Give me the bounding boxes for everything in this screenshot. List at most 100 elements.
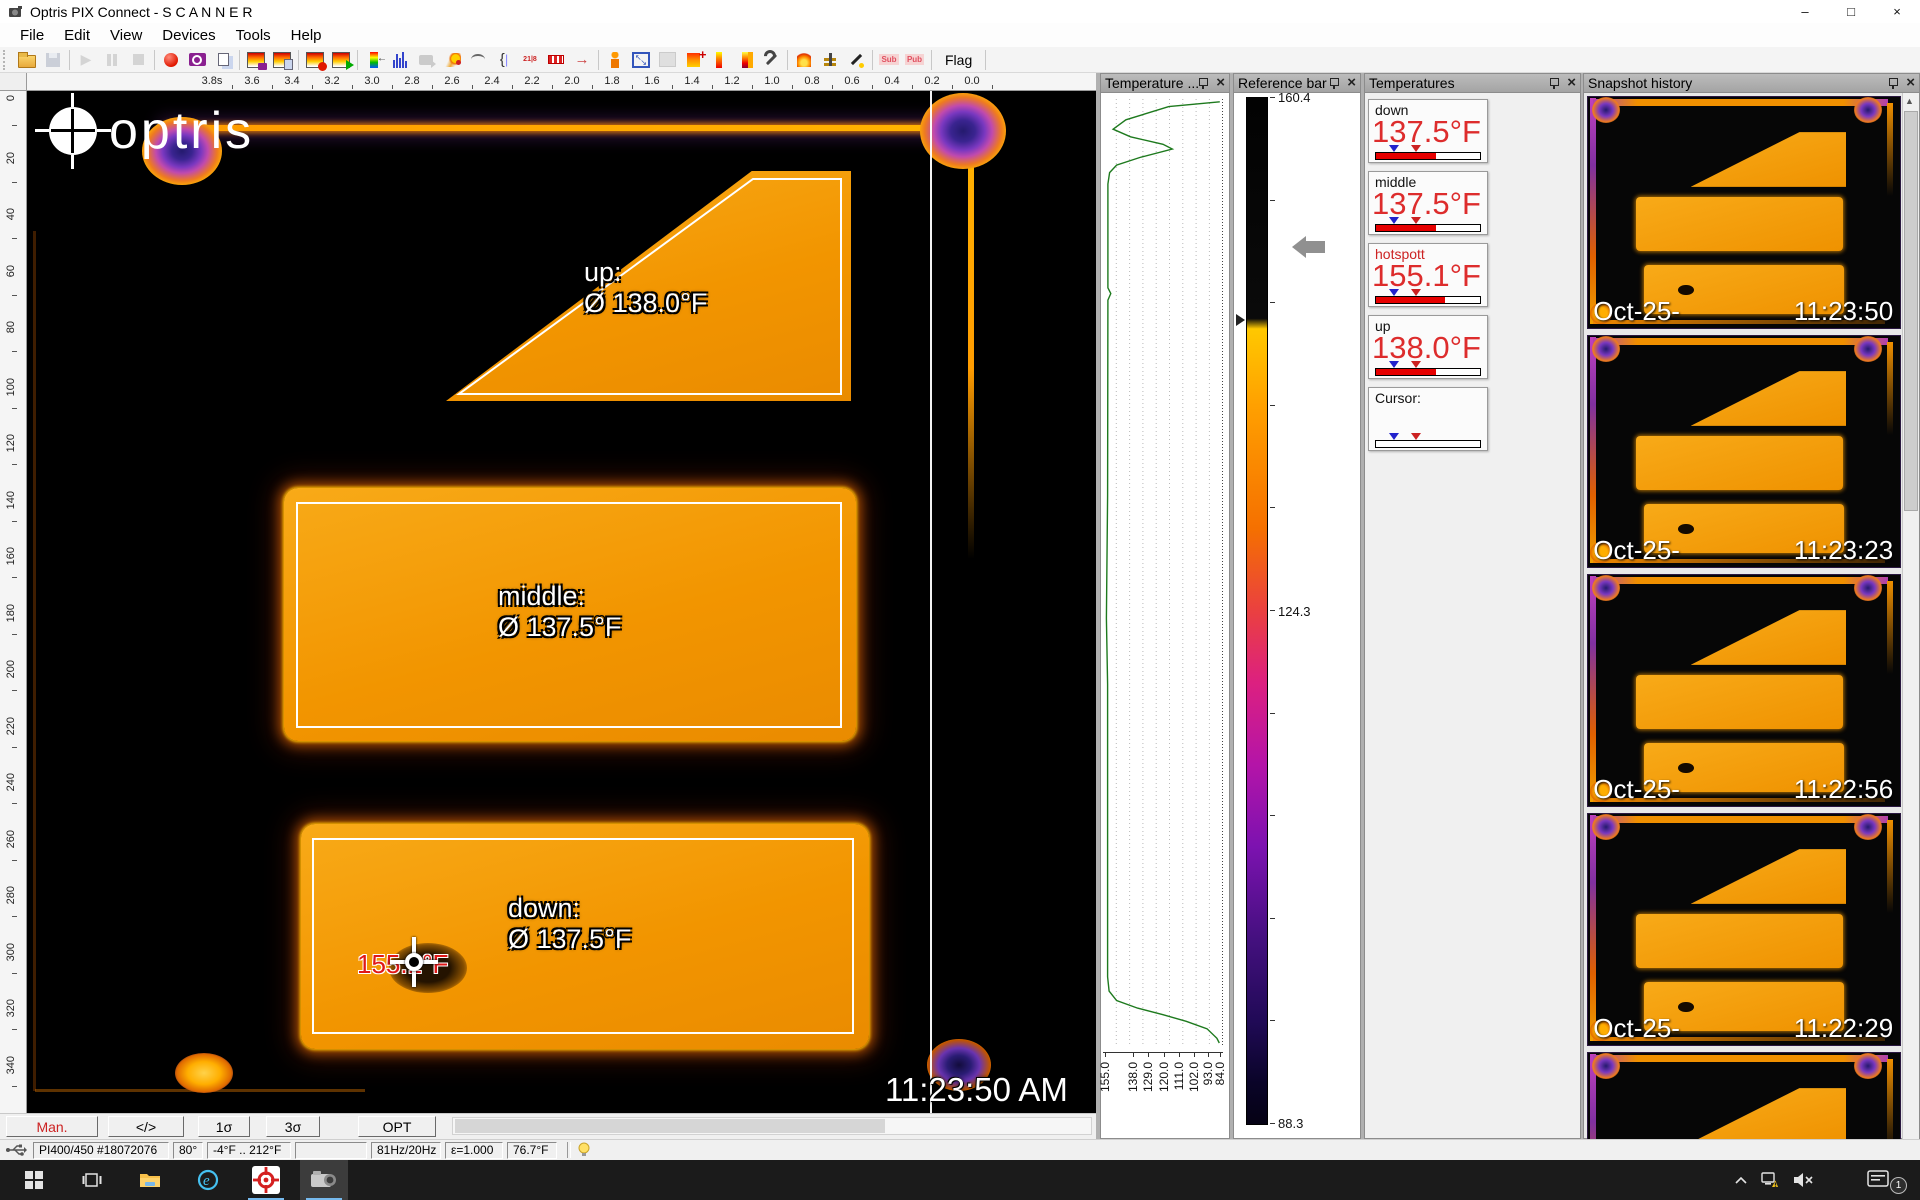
pause-button[interactable] [99, 48, 125, 72]
marker-blue-icon [1389, 145, 1399, 152]
record-button[interactable] [158, 48, 184, 72]
hruler-label: 3.6 [244, 75, 259, 87]
fullscreen-button[interactable] [628, 48, 654, 72]
lightbulb-icon[interactable] [577, 1142, 591, 1158]
view-button-man[interactable]: Man. [6, 1116, 98, 1137]
palette-cursor-marker[interactable] [1236, 314, 1245, 326]
snapshot-thumbnail[interactable] [1587, 1052, 1901, 1139]
config-wrench-button[interactable] [843, 48, 869, 72]
thermal-play-button[interactable] [328, 48, 354, 72]
palette-bar-button[interactable] [706, 48, 732, 72]
vertical-cursor-line[interactable] [930, 91, 932, 1113]
view-button-[interactable]: </> [108, 1116, 184, 1137]
pub-button[interactable] [902, 48, 928, 72]
snapshot-thumbnail[interactable]: Oct-25-11:22:56 [1587, 574, 1901, 807]
hruler-label: 1.4 [684, 75, 699, 87]
histogram-button[interactable] [387, 48, 413, 72]
file-explorer-button[interactable] [126, 1160, 174, 1200]
thermal-copy-button[interactable] [269, 48, 295, 72]
save-button[interactable] [40, 48, 66, 72]
task-view-icon [82, 1171, 102, 1189]
menu-item-devices[interactable]: Devices [152, 24, 225, 47]
hruler-label: 3.0 [364, 75, 379, 87]
scrollbar-thumb[interactable] [455, 1119, 885, 1133]
video-settings-button[interactable] [413, 48, 439, 72]
thermal-record-button[interactable] [302, 48, 328, 72]
menu-item-help[interactable]: Help [281, 24, 332, 47]
palette-bar2-button[interactable] [732, 48, 758, 72]
pin-icon[interactable] [1198, 77, 1208, 89]
reference-scale-tick [1270, 507, 1275, 508]
copy-button[interactable] [210, 48, 236, 72]
layout-button[interactable] [654, 48, 680, 72]
thermal-image-canvas[interactable]: up: Ø 138.0°F middle: Ø 137.5°F down: Ø … [27, 91, 1096, 1113]
locate-cross-button[interactable] [817, 48, 843, 72]
action-center-button[interactable]: 1 [1856, 1160, 1900, 1200]
tray-show-hidden-icons[interactable] [1728, 1160, 1754, 1200]
thermal-snapshot-button[interactable] [243, 48, 269, 72]
color-correction-button[interactable] [439, 48, 465, 72]
view-button-3[interactable]: 3σ [266, 1116, 320, 1137]
brace-button[interactable] [491, 48, 517, 72]
pin-icon[interactable] [1549, 77, 1559, 89]
optris-app-button[interactable] [242, 1160, 290, 1200]
flame-button[interactable] [791, 48, 817, 72]
profile-chart-button[interactable] [465, 48, 491, 72]
minimize-button[interactable]: – [1782, 0, 1828, 23]
status-separator [567, 1142, 571, 1158]
scrollbar-thumb[interactable] [1904, 111, 1918, 511]
sub-button[interactable] [876, 48, 902, 72]
pin-icon[interactable] [1329, 77, 1339, 89]
snapshot-thumbnail[interactable]: Oct-25-11:23:23 [1587, 335, 1901, 568]
marker-blue-icon [1389, 217, 1399, 224]
snapshot-camera-button[interactable] [184, 48, 210, 72]
scroll-up-icon[interactable]: ▲ [1905, 96, 1914, 106]
internet-explorer-button[interactable]: e [184, 1160, 232, 1200]
menu-item-tools[interactable]: Tools [226, 24, 281, 47]
tray-volume-muted-icon[interactable] [1788, 1160, 1818, 1200]
palette-plus-button[interactable] [680, 48, 706, 72]
stop-button[interactable] [125, 48, 151, 72]
start-button[interactable] [10, 1160, 58, 1200]
pix-connect-camera-button[interactable] [300, 1160, 348, 1200]
tools-wrench-button[interactable] [758, 48, 784, 72]
image-horizontal-scrollbar[interactable] [452, 1117, 1092, 1135]
vruler-label: 40 [5, 208, 17, 220]
palette-select-button[interactable] [361, 48, 387, 72]
maximize-button[interactable]: □ [1828, 0, 1874, 23]
toolbar-grip[interactable] [3, 50, 11, 70]
thumb-dark-spot [1678, 524, 1694, 534]
menu-item-file[interactable]: File [10, 24, 54, 47]
thumb-top-edge [1593, 577, 1888, 584]
view-button-1[interactable]: 1σ [198, 1116, 250, 1137]
menu-item-view[interactable]: View [100, 24, 152, 47]
close-icon[interactable]: × [1216, 76, 1225, 90]
save-icon [46, 53, 60, 67]
measure-areas-button[interactable] [543, 48, 569, 72]
snapshot-scrollbar[interactable]: ▲ [1902, 93, 1919, 1139]
marker-red-icon [1411, 361, 1421, 368]
menu-item-edit[interactable]: Edit [54, 24, 100, 47]
temp-arrow-button[interactable] [569, 48, 595, 72]
play-button[interactable] [73, 48, 99, 72]
close-icon[interactable]: × [1567, 76, 1576, 90]
tray-network-icon[interactable] [1756, 1160, 1786, 1200]
open-file-button[interactable] [14, 48, 40, 72]
pin-icon[interactable] [1888, 77, 1898, 89]
temperature-card-down: down137.5°F [1368, 99, 1488, 163]
close-icon[interactable]: × [1347, 76, 1356, 90]
hruler-label: 2.2 [524, 75, 539, 87]
flag-button[interactable]: Flag [935, 48, 982, 72]
close-icon[interactable]: × [1906, 76, 1915, 90]
thumb-corner-top-right [1854, 336, 1882, 362]
view-button-opt[interactable]: OPT [358, 1116, 436, 1137]
snapshot-thumbnail[interactable]: Oct-25-11:23:50 [1587, 96, 1901, 329]
alarm-figure-button[interactable] [602, 48, 628, 72]
close-button[interactable]: × [1874, 0, 1920, 23]
task-view-button[interactable] [68, 1160, 116, 1200]
snapshot-thumbnail[interactable]: Oct-25-11:22:29 [1587, 813, 1901, 1046]
optris-logo: optris [27, 91, 327, 171]
hotspot-crosshair-icon[interactable] [390, 937, 438, 987]
digital-display-button[interactable] [517, 48, 543, 72]
palette-color-bar[interactable] [1246, 97, 1268, 1125]
